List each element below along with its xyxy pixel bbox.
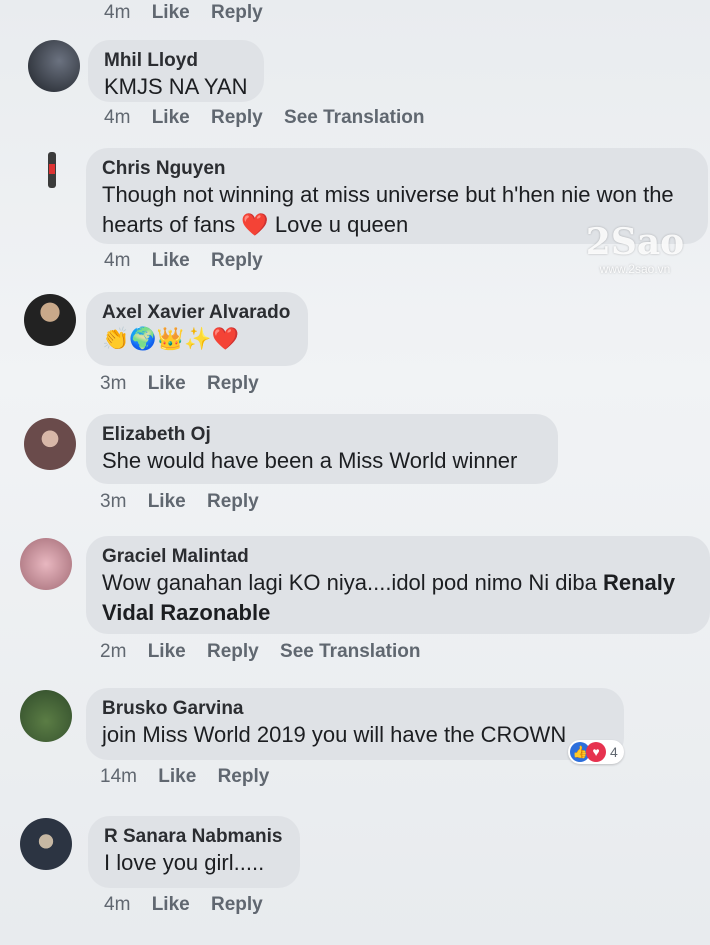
watermark-url: www.2sao.vn: [599, 262, 671, 276]
comment-time: 4m: [104, 894, 131, 915]
comment-bubble: R Sanara Nabmanis I love you girl.....: [88, 816, 300, 888]
comment-actions: 4m Like Reply: [104, 250, 279, 272]
see-translation-link[interactable]: See Translation: [284, 107, 424, 128]
reply-link[interactable]: Reply: [211, 107, 263, 128]
comment-actions: 2m Like Reply See Translation: [100, 641, 436, 663]
avatar[interactable]: [26, 148, 78, 192]
commenter-name[interactable]: Mhil Lloyd: [104, 50, 248, 72]
bottle-avatar-icon: [48, 152, 56, 188]
comment-text: KMJS NA YAN: [104, 74, 248, 99]
love-reaction-icon: ♥: [586, 742, 606, 762]
reply-link[interactable]: Reply: [207, 641, 259, 662]
comment-time: 4m: [104, 2, 131, 23]
comment-time: 14m: [100, 766, 137, 787]
commenter-name[interactable]: Axel Xavier Alvarado: [102, 302, 292, 324]
avatar[interactable]: [20, 818, 72, 870]
comment-time: 4m: [104, 250, 131, 271]
comment-actions: 4m Like Reply: [104, 894, 279, 916]
comment-time: 3m: [100, 373, 127, 394]
comment-actions: 14m Like Reply: [100, 766, 285, 788]
commenter-name[interactable]: Elizabeth Oj: [102, 424, 542, 446]
comment-bubble: Brusko Garvina join Miss World 2019 you …: [86, 688, 624, 760]
avatar[interactable]: [24, 294, 76, 346]
commenter-name[interactable]: R Sanara Nabmanis: [104, 826, 284, 848]
reply-link[interactable]: Reply: [211, 894, 263, 915]
comment-actions: 3m Like Reply: [100, 373, 275, 395]
commenter-name[interactable]: Brusko Garvina: [102, 698, 608, 720]
comment-text: She would have been a Miss World winner: [102, 448, 518, 473]
commenter-name[interactable]: Chris Nguyen: [102, 158, 692, 180]
top-action-row: 4m Like Reply: [104, 2, 279, 24]
like-link[interactable]: Like: [148, 491, 186, 512]
avatar[interactable]: [20, 690, 72, 742]
avatar[interactable]: [24, 418, 76, 470]
comment-actions: 4m Like Reply See Translation: [104, 107, 440, 129]
comment-text-body: Wow ganahan lagi KO niya....idol pod nim…: [102, 570, 603, 595]
comment-text: 👏🌍👑✨❤️: [102, 326, 239, 351]
like-link[interactable]: Like: [148, 373, 186, 394]
like-link[interactable]: Like: [152, 2, 190, 23]
reaction-summary[interactable]: 👍 ♥ 4: [568, 740, 624, 764]
like-link[interactable]: Like: [148, 641, 186, 662]
see-translation-link[interactable]: See Translation: [280, 641, 420, 662]
watermark: 2Sao www.2sao.vn: [580, 222, 690, 276]
comment-text: join Miss World 2019 you will have the C…: [102, 722, 567, 747]
reply-link[interactable]: Reply: [207, 491, 259, 512]
comment-actions: 3m Like Reply: [100, 491, 275, 513]
watermark-logo: 2Sao: [585, 221, 685, 263]
comment-bubble: Elizabeth Oj She would have been a Miss …: [86, 414, 558, 484]
avatar[interactable]: [20, 538, 72, 590]
comment-bubble: Graciel Malintad Wow ganahan lagi KO niy…: [86, 536, 710, 634]
reply-link[interactable]: Reply: [211, 2, 263, 23]
reply-link[interactable]: Reply: [207, 373, 259, 394]
like-link[interactable]: Like: [152, 250, 190, 271]
like-link[interactable]: Like: [152, 894, 190, 915]
reply-link[interactable]: Reply: [211, 250, 263, 271]
comment-bubble: Axel Xavier Alvarado 👏🌍👑✨❤️: [86, 292, 308, 366]
avatar[interactable]: [28, 40, 80, 92]
commenter-name[interactable]: Graciel Malintad: [102, 546, 694, 568]
comment-time: 2m: [100, 641, 127, 662]
comment-time: 3m: [100, 491, 127, 512]
comment-time: 4m: [104, 107, 131, 128]
comment-bubble: Mhil Lloyd KMJS NA YAN: [88, 40, 264, 102]
like-link[interactable]: Like: [158, 766, 196, 787]
comment-text: Wow ganahan lagi KO niya....idol pod nim…: [102, 568, 694, 628]
like-link[interactable]: Like: [152, 107, 190, 128]
reply-link[interactable]: Reply: [218, 766, 270, 787]
reaction-count: 4: [610, 744, 618, 760]
comment-text: I love you girl.....: [104, 850, 265, 875]
